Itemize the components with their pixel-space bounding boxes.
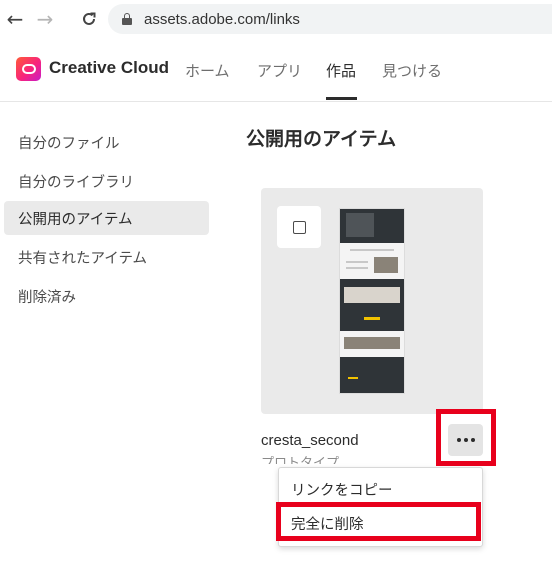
app-header: Creative Cloud ホーム アプリ 作品 見つける <box>0 38 552 102</box>
reload-icon-glyph <box>83 12 96 25</box>
reload-icon[interactable] <box>76 6 102 32</box>
select-checkbox[interactable] <box>277 206 321 248</box>
item-subtitle: プロトタイプ <box>261 456 340 464</box>
item-card[interactable] <box>261 188 483 414</box>
menu-item-copy-link[interactable]: リンクをコピー <box>291 479 393 500</box>
page-title: 公開用のアイテム <box>246 128 397 150</box>
lock-icon <box>122 13 132 25</box>
forward-arrow-icon[interactable]: → <box>32 6 58 32</box>
url-text: assets.adobe.com/links <box>144 10 300 28</box>
back-arrow-icon[interactable]: ← <box>2 6 28 32</box>
brand-name[interactable]: Creative Cloud <box>49 58 169 78</box>
address-bar[interactable]: assets.adobe.com/links <box>108 4 552 34</box>
active-nav-indicator <box>326 97 357 100</box>
checkbox-icon <box>292 220 306 234</box>
sidebar-item-shared[interactable]: 共有されたアイテム <box>4 240 209 274</box>
highlight-box-more-button <box>436 409 496 466</box>
creative-cloud-logo-icon[interactable] <box>16 57 41 81</box>
nav-apps[interactable]: アプリ <box>257 60 302 81</box>
nav-home[interactable]: ホーム <box>185 60 230 81</box>
nav-works[interactable]: 作品 <box>326 60 356 81</box>
item-name[interactable]: cresta_second <box>261 432 359 449</box>
item-thumbnail <box>340 209 404 393</box>
sidebar-item-deleted[interactable]: 削除済み <box>4 279 209 313</box>
browser-toolbar: ← → assets.adobe.com/links <box>0 0 552 38</box>
highlight-box-delete <box>276 502 481 541</box>
sidebar-item-my-files[interactable]: 自分のファイル <box>4 125 209 159</box>
sidebar-item-published[interactable]: 公開用のアイテム <box>4 201 209 235</box>
nav-discover[interactable]: 見つける <box>382 60 442 81</box>
sidebar-item-my-libraries[interactable]: 自分のライブラリ <box>4 164 209 198</box>
